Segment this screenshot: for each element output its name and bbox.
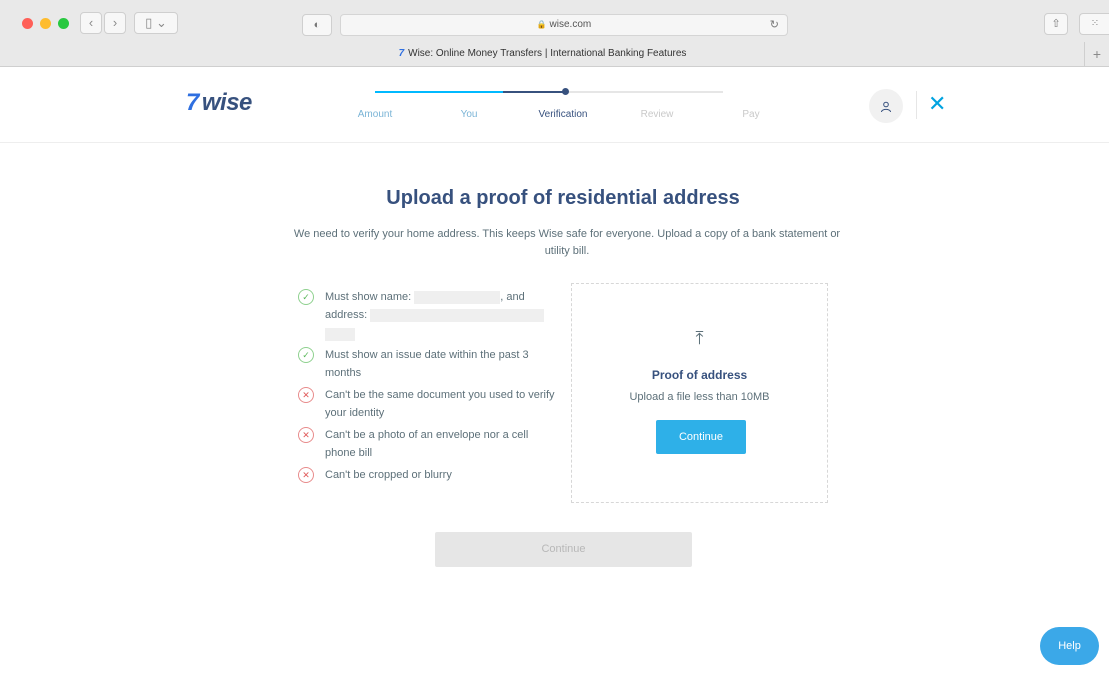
step-pay: Pay bbox=[742, 109, 760, 120]
list-item: ✕ Can't be cropped or blurry bbox=[298, 466, 560, 484]
back-button[interactable]: ‹ bbox=[80, 12, 102, 34]
requirement-text: Must show name: bbox=[325, 291, 412, 303]
step-review: Review bbox=[640, 109, 674, 120]
continue-button[interactable]: Continue bbox=[435, 532, 692, 567]
requirement-text: Can't be cropped or blurry bbox=[325, 469, 452, 481]
person-icon bbox=[881, 101, 891, 112]
check-circle-icon: ✓ bbox=[298, 347, 314, 363]
privacy-shield-button[interactable]: ◐ bbox=[302, 14, 332, 36]
list-item: ✕ Can't be a photo of an envelope nor a … bbox=[298, 426, 560, 462]
shield-icon: ◐ bbox=[313, 19, 321, 31]
step-you[interactable]: You bbox=[461, 109, 478, 120]
check-circle-icon: ✓ bbox=[298, 289, 314, 305]
new-tab-button[interactable]: + bbox=[1084, 42, 1109, 66]
requirement-text: Can't be the same document you used to v… bbox=[325, 389, 555, 419]
wise-flag-icon: 7 bbox=[186, 89, 199, 116]
wise-favicon-icon: 7 bbox=[398, 48, 405, 59]
browser-chrome: ‹ › ▯ ⌄ ◐ 🔒 wise.com ↻ ⇧ ⁙ 7 Wise: Online… bbox=[0, 0, 1109, 67]
upload-continue-button[interactable]: Continue bbox=[656, 420, 746, 454]
upload-dropzone[interactable]: ⤒ Proof of address Upload a file less th… bbox=[571, 283, 828, 503]
tab-wise[interactable]: 7 Wise: Online Money Transfers | Internat… bbox=[0, 42, 1085, 66]
requirements-list: ✓ Must show name: , and address: ✓ Must … bbox=[298, 288, 560, 488]
share-button[interactable]: ⇧ bbox=[1044, 13, 1068, 35]
page-subtitle: We need to verify your home address. Thi… bbox=[293, 228, 841, 257]
forward-icon: › bbox=[112, 15, 118, 30]
upload-title: Proof of address bbox=[651, 368, 748, 382]
lock-icon: 🔒 bbox=[536, 20, 547, 29]
upload-hint: Upload a file less than 10MB bbox=[629, 391, 770, 403]
stepper-current-marker bbox=[562, 88, 569, 95]
minimize-window-button[interactable] bbox=[40, 18, 51, 29]
step-verification: Verification bbox=[538, 109, 588, 120]
site-header: 7 wise Amount You Verification Review Pay… bbox=[0, 67, 1109, 143]
chevron-down-icon: ⌄ bbox=[155, 15, 167, 30]
help-button[interactable]: Help bbox=[1040, 627, 1099, 665]
list-item: ✕ Can't be the same document you used to… bbox=[298, 386, 560, 422]
close-window-button[interactable] bbox=[22, 18, 33, 29]
list-item: ✓ Must show name: , and address: bbox=[298, 288, 560, 342]
plus-icon: + bbox=[1092, 46, 1102, 62]
sidebar-toggle-button[interactable]: ▯ ⌄ bbox=[134, 12, 178, 34]
progress-stepper: Amount You Verification Review Pay bbox=[345, 87, 775, 127]
back-icon: ‹ bbox=[88, 15, 94, 30]
sidebar-icon: ▯ bbox=[145, 15, 153, 30]
redacted-name bbox=[414, 290, 501, 304]
redacted-address-cont bbox=[325, 328, 355, 342]
x-circle-icon: ✕ bbox=[298, 427, 314, 443]
url-text: 🔒 wise.com bbox=[341, 15, 787, 35]
logo-text: wise bbox=[201, 89, 253, 116]
requirement-text: Can't be a photo of an envelope nor a ce… bbox=[325, 429, 529, 459]
close-icon: ✕ bbox=[928, 91, 947, 116]
redacted-address bbox=[370, 308, 545, 322]
page-title: Upload a proof of residential address bbox=[386, 187, 740, 209]
header-divider bbox=[916, 91, 917, 119]
requirement-text: Must show an issue date within the past … bbox=[325, 349, 529, 379]
window-controls bbox=[22, 18, 69, 29]
upload-icon: ⤒ bbox=[695, 328, 704, 348]
zoom-window-button[interactable] bbox=[58, 18, 69, 29]
x-circle-icon: ✕ bbox=[298, 387, 314, 403]
step-amount[interactable]: Amount bbox=[358, 109, 392, 120]
tab-bar: 7 Wise: Online Money Transfers | Internat… bbox=[0, 42, 1109, 66]
close-button[interactable]: ✕ bbox=[928, 89, 946, 119]
forward-button[interactable]: › bbox=[104, 12, 126, 34]
address-bar[interactable]: 🔒 wise.com ↻ bbox=[340, 14, 788, 36]
tab-overview-button[interactable]: ⁙ bbox=[1079, 13, 1109, 35]
share-icon: ⇧ bbox=[1051, 18, 1061, 30]
list-item: ✓ Must show an issue date within the pas… bbox=[298, 346, 560, 382]
wise-logo[interactable]: 7 wise bbox=[186, 89, 252, 117]
reload-icon[interactable]: ↻ bbox=[770, 15, 779, 35]
x-circle-icon: ✕ bbox=[298, 467, 314, 483]
tabs-icon: ⁙ bbox=[1090, 18, 1100, 29]
stepper-progress-completed bbox=[375, 91, 503, 93]
url-value: wise.com bbox=[549, 19, 592, 30]
tab-title: Wise: Online Money Transfers | Internati… bbox=[408, 48, 687, 59]
profile-button[interactable] bbox=[869, 89, 903, 123]
